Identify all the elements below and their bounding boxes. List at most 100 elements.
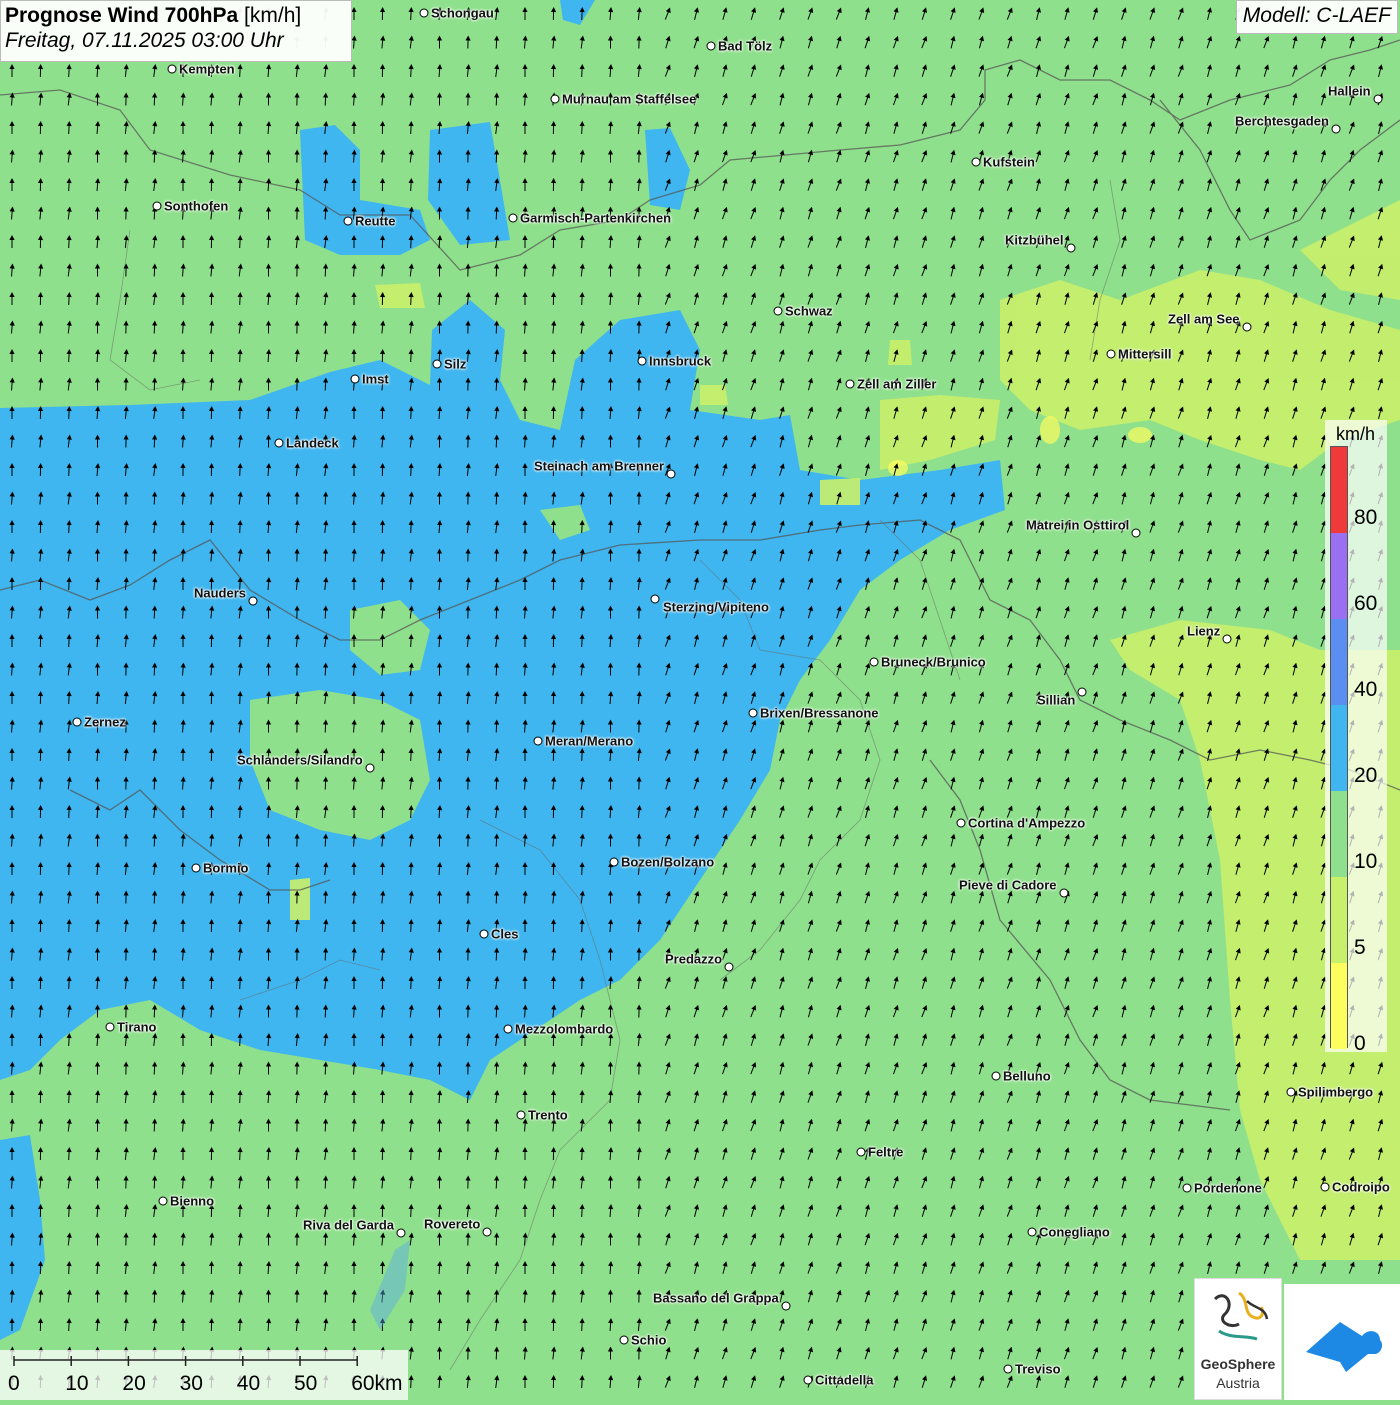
city-label: Belluno bbox=[1003, 1069, 1051, 1084]
city-marker[interactable] bbox=[480, 930, 489, 939]
scale-label: 50 bbox=[294, 1372, 317, 1396]
city-marker[interactable] bbox=[1107, 350, 1116, 359]
city-label: Bad Tölz bbox=[718, 39, 772, 54]
city-label: Hallein bbox=[1328, 84, 1371, 99]
city-marker[interactable] bbox=[517, 1111, 526, 1120]
city-marker[interactable] bbox=[774, 307, 783, 316]
city-label: Imst bbox=[362, 372, 389, 387]
city-marker[interactable] bbox=[1374, 95, 1383, 104]
city-label: Bienno bbox=[170, 1194, 214, 1209]
city-marker[interactable] bbox=[483, 1228, 492, 1237]
geosphere-logo-text: GeoSphere bbox=[1195, 1356, 1281, 1372]
city-label: Garmisch-Partenkirchen bbox=[520, 211, 671, 226]
city-marker[interactable] bbox=[1243, 323, 1252, 332]
city-label: Innsbruck bbox=[649, 354, 711, 369]
legend-color-segment bbox=[1331, 447, 1347, 533]
city-marker[interactable] bbox=[610, 858, 619, 867]
city-marker[interactable] bbox=[620, 1336, 629, 1345]
legend-tick-label: 40 bbox=[1354, 678, 1377, 702]
city-label: Feltre bbox=[868, 1145, 903, 1160]
city-marker[interactable] bbox=[870, 658, 879, 667]
city-marker[interactable] bbox=[1004, 1365, 1013, 1374]
city-marker[interactable] bbox=[1321, 1183, 1330, 1192]
city-label: Bruneck/Brunico bbox=[881, 655, 986, 670]
city-marker[interactable] bbox=[1060, 889, 1069, 898]
city-marker[interactable] bbox=[73, 718, 82, 727]
city-label: Brixen/Bressanone bbox=[760, 706, 879, 721]
city-marker[interactable] bbox=[1067, 244, 1076, 253]
city-marker[interactable] bbox=[725, 963, 734, 972]
city-marker[interactable] bbox=[782, 1302, 791, 1311]
city-label: Landeck bbox=[286, 436, 339, 451]
legend-tick-label: 60 bbox=[1354, 592, 1377, 616]
city-marker[interactable] bbox=[1132, 529, 1141, 538]
city-marker[interactable] bbox=[804, 1376, 813, 1385]
city-marker[interactable] bbox=[168, 65, 177, 74]
city-marker[interactable] bbox=[749, 709, 758, 718]
scale-label: 0 bbox=[8, 1372, 20, 1396]
city-label: Bormio bbox=[203, 861, 249, 876]
cloud-arrow-icon bbox=[1284, 1284, 1400, 1400]
city-label: Rovereto bbox=[424, 1217, 480, 1232]
geosphere-logo[interactable]: GeoSphere Austria bbox=[1194, 1278, 1282, 1400]
city-marker[interactable] bbox=[1223, 635, 1232, 644]
legend-tick-label: 80 bbox=[1354, 506, 1377, 530]
legend-tick-label: 5 bbox=[1354, 936, 1366, 960]
city-label: Mittersill bbox=[1118, 347, 1171, 362]
legend-colorbar bbox=[1330, 446, 1348, 1048]
city-marker[interactable] bbox=[651, 595, 660, 604]
city-marker[interactable] bbox=[509, 214, 518, 223]
city-marker[interactable] bbox=[992, 1072, 1001, 1081]
city-label: Codroipo bbox=[1332, 1180, 1390, 1195]
city-marker[interactable] bbox=[192, 864, 201, 873]
city-marker[interactable] bbox=[551, 95, 560, 104]
legend-color-segment bbox=[1331, 533, 1347, 619]
city-marker[interactable] bbox=[846, 380, 855, 389]
city-marker[interactable] bbox=[504, 1025, 513, 1034]
city-label: Kitzbühel bbox=[1005, 233, 1064, 248]
city-label: Cittadella bbox=[815, 1373, 874, 1388]
city-marker[interactable] bbox=[106, 1023, 115, 1032]
city-marker[interactable] bbox=[857, 1148, 866, 1157]
legend-color-segment bbox=[1331, 791, 1347, 877]
city-label: Cles bbox=[491, 927, 518, 942]
city-marker[interactable] bbox=[397, 1229, 406, 1238]
city-marker[interactable] bbox=[366, 764, 375, 773]
city-marker[interactable] bbox=[249, 597, 258, 606]
city-label: Schio bbox=[631, 1333, 666, 1348]
city-label: Zell am See bbox=[1168, 312, 1240, 327]
city-label: Riva del Garda bbox=[303, 1218, 394, 1233]
city-marker[interactable] bbox=[972, 158, 981, 167]
city-marker[interactable] bbox=[153, 202, 162, 211]
city-marker[interactable] bbox=[275, 439, 284, 448]
city-label: Lienz bbox=[1187, 624, 1220, 639]
city-marker[interactable] bbox=[351, 375, 360, 384]
city-marker[interactable] bbox=[707, 42, 716, 51]
weather-app-logo[interactable] bbox=[1284, 1284, 1400, 1400]
city-marker[interactable] bbox=[1183, 1184, 1192, 1193]
geosphere-logo-subtext: Austria bbox=[1195, 1375, 1281, 1391]
legend-color-segment bbox=[1331, 705, 1347, 791]
city-marker[interactable] bbox=[1287, 1088, 1296, 1097]
city-marker[interactable] bbox=[344, 217, 353, 226]
city-label: Meran/Merano bbox=[545, 734, 633, 749]
scale-label: 30 bbox=[180, 1372, 203, 1396]
city-marker[interactable] bbox=[420, 9, 429, 18]
city-marker[interactable] bbox=[534, 737, 543, 746]
city-marker[interactable] bbox=[159, 1197, 168, 1206]
city-label: Pieve di Cadore bbox=[959, 878, 1057, 893]
city-marker[interactable] bbox=[957, 819, 966, 828]
city-marker[interactable] bbox=[1332, 125, 1341, 134]
city-label: Trento bbox=[528, 1108, 568, 1123]
city-label: Steinach am Brenner bbox=[534, 459, 664, 474]
city-marker[interactable] bbox=[1028, 1228, 1037, 1237]
scale-label: 60km bbox=[351, 1372, 402, 1396]
city-label: Schlanders/Silandro bbox=[237, 753, 363, 768]
city-marker[interactable] bbox=[667, 470, 676, 479]
city-label: Predazzo bbox=[665, 952, 722, 967]
city-marker[interactable] bbox=[433, 360, 442, 369]
city-label: Mezzolombardo bbox=[515, 1022, 613, 1037]
title-box: Prognose Wind 700hPa [km/h] Freitag, 07.… bbox=[0, 0, 352, 62]
city-marker[interactable] bbox=[638, 357, 647, 366]
city-marker[interactable] bbox=[1078, 688, 1087, 697]
